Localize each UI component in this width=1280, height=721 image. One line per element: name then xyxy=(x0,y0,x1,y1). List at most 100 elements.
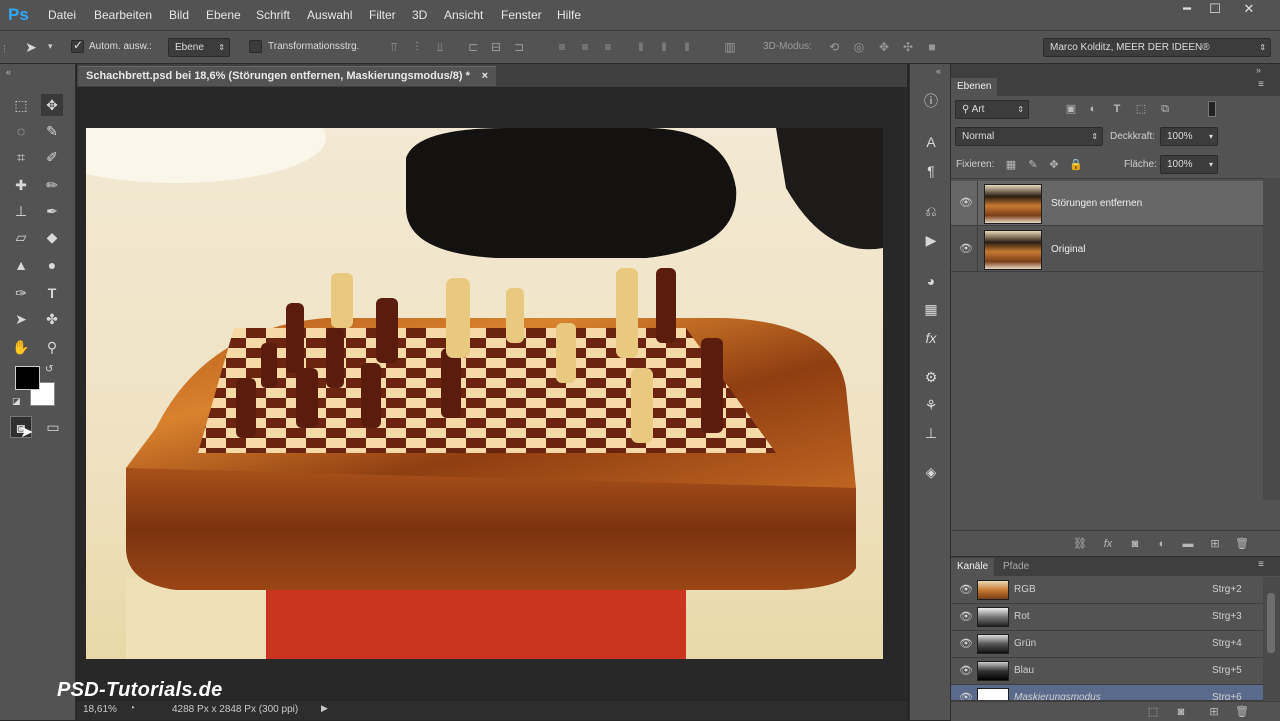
delete-layer-icon[interactable]: 🗑 xyxy=(1234,536,1250,552)
move-tool-icon[interactable]: ✥ xyxy=(41,94,63,116)
zoom-tool-icon[interactable]: ⚲ xyxy=(41,336,63,358)
collapse-icon[interactable]: « xyxy=(936,66,941,76)
filter-smartobject-icon[interactable]: ⧉ xyxy=(1157,101,1173,117)
zoom-level[interactable]: 18,61% xyxy=(83,704,117,715)
layer-filter-dropdown[interactable]: ⚲ Art ⇕ xyxy=(955,100,1029,119)
channel-row[interactable]: 👁 Rot Strg+3 xyxy=(951,604,1263,631)
history-brush-tool-icon[interactable]: ✒ xyxy=(41,200,63,222)
quick-select-tool-icon[interactable]: ✎ xyxy=(41,120,63,142)
dodge-tool-icon[interactable]: ● xyxy=(41,254,63,276)
load-selection-icon[interactable]: ⬚ xyxy=(1145,704,1161,720)
menu-bearbeiten[interactable]: Bearbeiten xyxy=(94,8,152,22)
add-mask-icon[interactable]: ◙ xyxy=(1127,536,1143,552)
lasso-tool-icon[interactable]: ◌ xyxy=(10,120,32,142)
distribute-vcenter-icon[interactable]: ≡ xyxy=(577,39,593,55)
scrollbar-thumb[interactable] xyxy=(1267,593,1275,653)
info-icon[interactable]: ⓘ xyxy=(920,90,942,112)
menu-bild[interactable]: Bild xyxy=(169,8,189,22)
menu-ebene[interactable]: Ebene xyxy=(206,8,241,22)
close-tab-icon[interactable]: × xyxy=(482,67,488,86)
lock-all-icon[interactable]: 🔒 xyxy=(1068,157,1084,173)
blend-mode-dropdown[interactable]: Normal ⇕ xyxy=(955,127,1103,146)
grip-handle[interactable] xyxy=(4,45,7,53)
minimize-button[interactable]: ━ xyxy=(1172,0,1202,20)
color-icon[interactable]: ◕ xyxy=(920,270,942,292)
fill-field[interactable]: 100% ▾ xyxy=(1160,155,1218,174)
eyedropper-tool-icon[interactable]: ✐ xyxy=(41,146,63,168)
align-bottom-icon[interactable]: ⫫ xyxy=(432,39,448,55)
transform-checkbox[interactable] xyxy=(249,40,262,53)
distribute-bottom-icon[interactable]: ≡ xyxy=(600,39,616,55)
pen-tool-icon[interactable]: ✑ xyxy=(10,282,32,304)
distribute-top-icon[interactable]: ≡ xyxy=(554,39,570,55)
menu-schrift[interactable]: Schrift xyxy=(256,8,290,22)
link-layers-icon[interactable]: ⛓ xyxy=(1072,536,1088,552)
menu-filter[interactable]: Filter xyxy=(369,8,396,22)
tab-channels[interactable]: Kanäle xyxy=(951,558,995,576)
document-image[interactable] xyxy=(86,128,883,659)
distribute-hcenter-icon[interactable]: ‖ xyxy=(656,39,672,55)
collapse-icon[interactable]: « xyxy=(6,67,11,77)
layers-scrollbar[interactable] xyxy=(1263,178,1280,500)
paragraph-icon[interactable]: ¶ xyxy=(920,160,942,182)
channel-row[interactable]: 👁 Maskierungsmodus Strg+6 xyxy=(951,685,1263,701)
styles-icon[interactable]: fx xyxy=(920,327,942,349)
history-icon[interactable]: ⎌ xyxy=(920,200,942,222)
channels-scrollbar[interactable] xyxy=(1263,577,1280,701)
visibility-eye-icon[interactable]: 👁 xyxy=(958,241,974,257)
3d-slide-icon[interactable]: ✣ xyxy=(900,39,916,55)
save-selection-icon[interactable]: ◙ xyxy=(1173,704,1189,720)
swap-colors-icon[interactable]: ↺ xyxy=(45,364,53,375)
status-menu-arrow-icon[interactable]: ▶ xyxy=(321,703,328,714)
visibility-eye-icon[interactable]: 👁 xyxy=(958,636,974,652)
opacity-field[interactable]: 100% ▾ xyxy=(1160,127,1218,146)
auto-select-checkbox[interactable]: ✓ xyxy=(71,38,84,53)
brush-presets-icon[interactable]: ⚘ xyxy=(920,394,942,416)
delete-channel-icon[interactable]: 🗑 xyxy=(1234,704,1250,720)
visibility-eye-icon[interactable]: 👁 xyxy=(958,690,974,700)
panel-menu-icon[interactable]: ≡ xyxy=(1258,559,1264,570)
align-left-icon[interactable]: ⊏ xyxy=(465,39,481,55)
visibility-eye-icon[interactable]: 👁 xyxy=(958,582,974,598)
visibility-eye-icon[interactable]: 👁 xyxy=(958,195,974,211)
channel-row[interactable]: 👁 Grün Strg+4 xyxy=(951,631,1263,658)
filter-shape-icon[interactable]: ⬚ xyxy=(1133,101,1149,117)
distribute-right-icon[interactable]: ‖ xyxy=(679,39,695,55)
channel-row[interactable]: 👁 Blau Strg+5 xyxy=(951,658,1263,685)
auto-select-dropdown[interactable]: Ebene ⇕ xyxy=(168,38,230,57)
brush-tool-icon[interactable]: ✏ xyxy=(41,174,63,196)
new-group-icon[interactable]: ▬ xyxy=(1180,536,1196,552)
menu-ansicht[interactable]: Ansicht xyxy=(444,8,483,22)
tab-paths[interactable]: Pfade xyxy=(997,558,1036,576)
menu-fenster[interactable]: Fenster xyxy=(501,8,542,22)
adjustments-icon[interactable]: ⚙ xyxy=(920,366,942,388)
tab-layers[interactable]: Ebenen xyxy=(951,78,998,96)
filter-toggle[interactable] xyxy=(1208,101,1216,117)
paint-bucket-tool-icon[interactable]: ◆ xyxy=(41,226,63,248)
crop-tool-icon[interactable]: ⌗ xyxy=(10,146,32,168)
document-tab[interactable]: Schachbrett.psd bei 18,6% (Störungen ent… xyxy=(78,66,496,86)
visibility-eye-icon[interactable]: 👁 xyxy=(958,663,974,679)
clone-source-icon[interactable]: ⊥ xyxy=(920,422,942,444)
3d-scale-icon[interactable]: ■ xyxy=(924,39,940,55)
channel-row[interactable]: 👁 RGB Strg+2 xyxy=(951,577,1263,604)
clone-stamp-tool-icon[interactable]: ⊥ xyxy=(10,200,32,222)
menu-auswahl[interactable]: Auswahl xyxy=(307,8,352,22)
3d-rotate-icon[interactable]: ⟲ xyxy=(826,39,842,55)
adjustment-layer-icon[interactable]: ◐ xyxy=(1154,536,1170,552)
doc-info-icon[interactable]: ◔ xyxy=(129,703,135,714)
blur-tool-icon[interactable]: ▲ xyxy=(10,254,32,276)
new-channel-icon[interactable]: ⊞ xyxy=(1206,704,1222,720)
distribute-left-icon[interactable]: ‖ xyxy=(633,39,649,55)
chevron-down-icon[interactable]: ▾ xyxy=(48,41,53,52)
default-colors-icon[interactable]: ◪ xyxy=(12,396,21,407)
screen-mode-icon[interactable]: ▭ xyxy=(42,416,64,438)
filter-adjustment-icon[interactable]: ◐ xyxy=(1085,101,1101,117)
actions-icon[interactable]: ▶ xyxy=(920,229,942,251)
layer-row[interactable]: 👁 Original xyxy=(951,227,1263,272)
3d-pan-icon[interactable]: ✥ xyxy=(876,39,892,55)
character-icon[interactable]: A xyxy=(920,131,942,153)
menu-hilfe[interactable]: Hilfe xyxy=(557,8,581,22)
filter-type-icon[interactable]: T xyxy=(1109,101,1125,117)
align-top-icon[interactable]: ⫪ xyxy=(386,39,402,55)
